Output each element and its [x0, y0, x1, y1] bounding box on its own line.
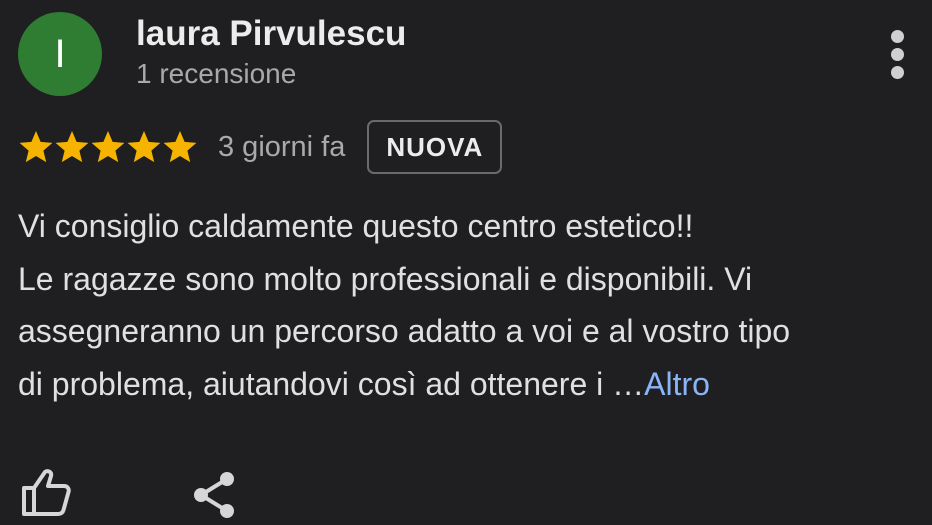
rating-row: 3 giorni fa NUOVA	[18, 118, 503, 176]
more-link[interactable]: Altro	[644, 366, 710, 402]
more-options-button[interactable]	[884, 30, 912, 79]
review-card: I laura Pirvulescu 1 recensione 3 giorni…	[0, 0, 932, 525]
author-name[interactable]: laura Pirvulescu	[136, 14, 406, 54]
star-rating	[18, 129, 198, 165]
review-text-line: assegneranno un percorso adatto a voi e …	[18, 313, 791, 349]
star-icon	[19, 131, 53, 163]
review-text-line: Vi consiglio caldamente questo centro es…	[18, 208, 694, 244]
share-icon	[194, 472, 234, 518]
star-icon	[127, 131, 161, 163]
avatar-initial: I	[54, 32, 66, 76]
avatar[interactable]: I	[18, 12, 102, 96]
new-badge: NUOVA	[367, 120, 503, 174]
star-icon	[163, 131, 197, 163]
like-button[interactable]	[20, 466, 72, 518]
star-icon	[55, 131, 89, 163]
review-date: 3 giorni fa	[218, 130, 346, 163]
author-review-count[interactable]: 1 recensione	[136, 58, 296, 90]
review-text-line: Le ragazze sono molto professionali e di…	[18, 260, 753, 297]
thumb-up-icon	[22, 469, 71, 516]
share-button[interactable]	[190, 470, 238, 520]
review-text-line: di problema, aiutandovi così ad ottenere…	[18, 365, 645, 402]
review-text[interactable]: Vi consiglio caldamente questo centro es…	[18, 200, 928, 410]
review-text-last-line: di problema, aiutandovi così ad ottenere…	[18, 358, 928, 411]
star-icon	[91, 131, 125, 163]
